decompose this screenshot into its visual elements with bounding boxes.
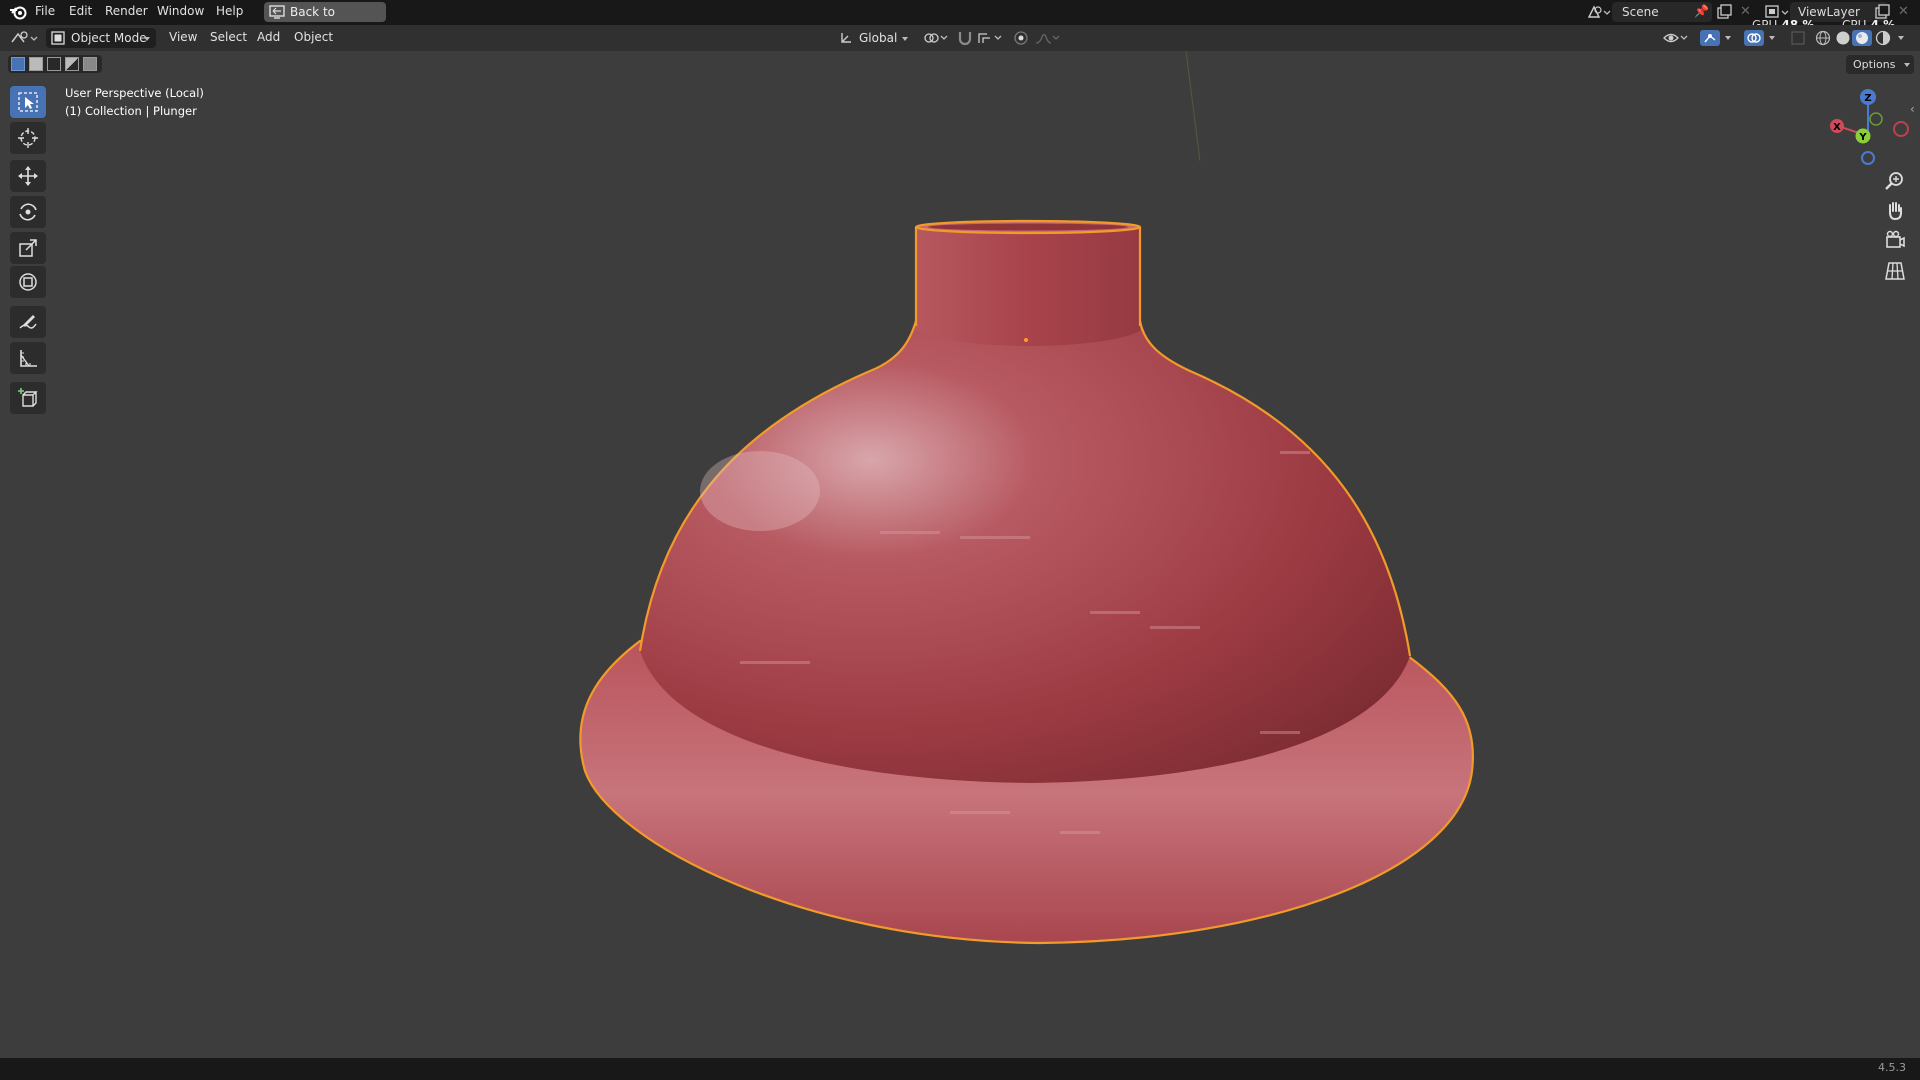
object-mode-icon bbox=[51, 31, 65, 45]
add-cube-icon bbox=[18, 388, 38, 407]
chevron-down-icon bbox=[144, 37, 150, 41]
gizmo-neg-x-axis[interactable] bbox=[1893, 121, 1909, 137]
menu-select[interactable]: Select bbox=[210, 30, 247, 44]
gizmo-y-label: Y bbox=[1858, 132, 1867, 143]
menu-window[interactable]: Window bbox=[157, 4, 204, 18]
rotate-tool[interactable] bbox=[10, 196, 46, 228]
grid-perspective-icon bbox=[1885, 262, 1905, 280]
overlays-toggle-icon[interactable] bbox=[1744, 30, 1764, 46]
chevron-left-icon[interactable]: ‹ bbox=[1910, 102, 1915, 116]
gizmo-neg-y-axis[interactable] bbox=[1869, 112, 1883, 126]
menu-render[interactable]: Render bbox=[105, 4, 148, 18]
zoom-magnifier-icon bbox=[1885, 172, 1903, 190]
rotate-icon bbox=[19, 203, 37, 221]
back-to-previous-button[interactable]: Back to Previous bbox=[264, 2, 386, 39]
menu-add[interactable]: Add bbox=[257, 30, 280, 44]
hand-icon bbox=[1889, 202, 1902, 221]
3d-viewport[interactable] bbox=[0, 51, 1920, 1058]
scene-name: Scene bbox=[1622, 5, 1659, 19]
camera-view-button[interactable] bbox=[1882, 228, 1912, 256]
select-box-icon bbox=[18, 92, 38, 112]
menu-edit[interactable]: Edit bbox=[69, 4, 92, 18]
annotate-pencil-icon bbox=[19, 315, 37, 329]
mode-dropdown[interactable]: Object Mode bbox=[46, 28, 156, 48]
blender-version: 4.5.3 bbox=[1878, 1061, 1906, 1074]
scene-name-field[interactable]: Scene 📌 bbox=[1612, 2, 1712, 22]
orientation-label: Global bbox=[859, 31, 898, 45]
scene-selector-icon[interactable] bbox=[1586, 4, 1612, 20]
move-tool[interactable] bbox=[10, 160, 46, 192]
annotate-tool[interactable] bbox=[10, 306, 46, 338]
screen-icon bbox=[269, 5, 285, 19]
chevron-down-icon bbox=[902, 37, 908, 41]
object-origin-point bbox=[1024, 338, 1028, 342]
viewport-perspective-label: User Perspective (Local) bbox=[65, 86, 204, 100]
select-box-tool[interactable] bbox=[10, 86, 46, 118]
new-scene-icon[interactable] bbox=[1716, 4, 1732, 20]
delete-view-layer-icon[interactable]: ✕ bbox=[1898, 4, 1909, 19]
viewport-collection-label: (1) Collection | Plunger bbox=[65, 104, 197, 118]
mode-label: Object Mode bbox=[71, 31, 147, 45]
gizmo-neg-z-axis[interactable] bbox=[1861, 151, 1875, 165]
wireframe-shading-icon[interactable] bbox=[1814, 30, 1832, 46]
blender-logo-icon[interactable] bbox=[8, 3, 28, 21]
pan-view-button[interactable] bbox=[1882, 198, 1912, 226]
menu-help[interactable]: Help bbox=[216, 4, 243, 18]
chevron-down-icon[interactable] bbox=[1769, 36, 1775, 40]
cursor-icon bbox=[18, 128, 38, 148]
xray-toggle-icon[interactable] bbox=[1790, 30, 1808, 46]
scene-axis-line bbox=[1185, 51, 1201, 162]
camera-icon bbox=[1886, 230, 1905, 248]
transform-icon bbox=[19, 273, 37, 291]
measure-ruler-icon bbox=[20, 350, 37, 367]
move-icon bbox=[18, 166, 38, 186]
zoom-view-button[interactable] bbox=[1882, 168, 1912, 196]
top-menu-bar: File Edit Render Window Help Back to Pre… bbox=[0, 0, 1920, 39]
rendered-shading-icon[interactable] bbox=[1874, 30, 1892, 46]
view-layer-name: ViewLayer bbox=[1798, 5, 1860, 19]
snap-target-icon[interactable] bbox=[976, 30, 1004, 46]
chevron-down-icon[interactable] bbox=[1898, 36, 1904, 40]
gizmo-x-label: X bbox=[1833, 122, 1841, 133]
plunger-object[interactable] bbox=[579, 219, 1474, 945]
pin-icon[interactable]: 📌 bbox=[1694, 4, 1709, 18]
orientation-dropdown[interactable]: Global bbox=[836, 28, 914, 48]
pivot-point-icon[interactable] bbox=[922, 30, 950, 46]
chevron-down-icon[interactable] bbox=[1725, 36, 1731, 40]
material-preview-shading-icon[interactable] bbox=[1852, 30, 1872, 46]
toggle-perspective-button[interactable] bbox=[1882, 258, 1912, 286]
gizmo-toggle-icon[interactable] bbox=[1700, 30, 1720, 46]
scale-icon bbox=[19, 239, 37, 257]
navigation-gizmo[interactable]: Z X Y bbox=[1820, 84, 1912, 170]
menu-file[interactable]: File bbox=[35, 4, 55, 18]
scale-tool[interactable] bbox=[10, 232, 46, 264]
menu-object[interactable]: Object bbox=[294, 30, 333, 44]
transform-tool[interactable] bbox=[10, 266, 46, 298]
solid-shading-icon[interactable] bbox=[1834, 30, 1852, 46]
measure-tool[interactable] bbox=[10, 342, 46, 374]
add-cube-tool[interactable] bbox=[10, 382, 46, 414]
orientation-axes-icon bbox=[841, 33, 851, 43]
delete-scene-icon[interactable]: ✕ bbox=[1740, 4, 1751, 19]
cursor-tool[interactable] bbox=[10, 122, 46, 154]
editor-type-icon[interactable] bbox=[10, 30, 40, 46]
viewport-header: Object Mode View Select Add Object Globa… bbox=[0, 25, 1920, 51]
gizmo-z-label: Z bbox=[1864, 93, 1871, 104]
status-bar: 4.5.3 bbox=[0, 1058, 1920, 1080]
proportional-editing-icon[interactable] bbox=[1012, 30, 1030, 46]
menu-view[interactable]: View bbox=[169, 30, 197, 44]
snap-magnet-icon[interactable] bbox=[956, 30, 974, 46]
falloff-curve-icon[interactable] bbox=[1034, 30, 1060, 46]
visibility-eye-icon[interactable] bbox=[1662, 30, 1690, 46]
